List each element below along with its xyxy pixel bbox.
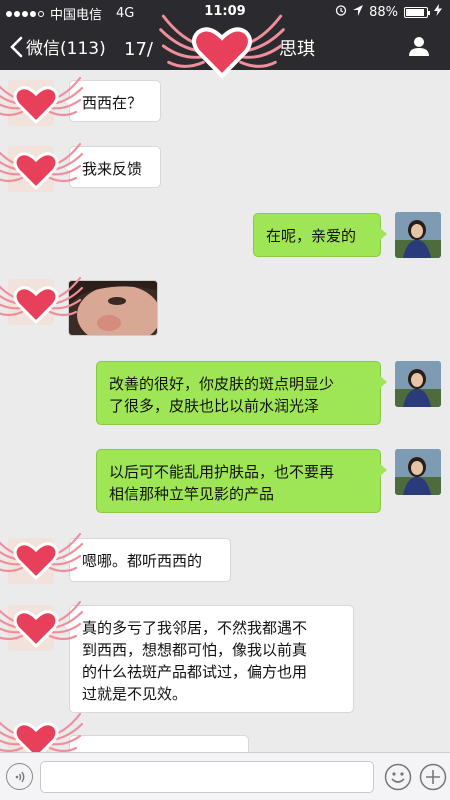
wing-heart-sticker bbox=[0, 596, 84, 652]
input-bar bbox=[0, 752, 450, 800]
wing-heart-sticker bbox=[0, 72, 84, 128]
wing-heart-sticker bbox=[0, 528, 84, 584]
message-line: 改善的很好，你皮肤的斑点明显少 bbox=[109, 375, 335, 393]
back-button[interactable]: 微信(113) bbox=[10, 34, 106, 59]
message-text: 在呢，亲爱的 bbox=[266, 227, 357, 245]
portrait-image bbox=[395, 212, 441, 258]
message-bubble: 真的多亏了我邻居，不然我都遇不 到西西，想想都可怕，像我以前真 的什么祛斑产品都… bbox=[63, 605, 354, 713]
message-line: 以后可不能乱用护肤品，也不要再 bbox=[109, 463, 335, 481]
emoji-icon bbox=[384, 763, 412, 791]
back-label: 微信(113) bbox=[26, 39, 106, 59]
more-button[interactable] bbox=[419, 763, 447, 791]
charging-icon bbox=[434, 4, 442, 20]
emoji-button[interactable] bbox=[384, 763, 412, 791]
message-line: 相信那种立竿见影的产品 bbox=[109, 485, 275, 503]
battery-percent: 88% bbox=[369, 4, 398, 20]
chat-title-prefix: 17/ bbox=[124, 39, 153, 60]
message-text: 嗯哪。都听西西的 bbox=[82, 552, 203, 570]
portrait-image bbox=[395, 449, 441, 495]
user-icon bbox=[409, 37, 429, 56]
message-bubble-partial bbox=[63, 735, 249, 762]
message-line: 了很多，皮肤也比以前水润光泽 bbox=[109, 397, 320, 415]
voice-icon bbox=[15, 771, 24, 782]
my-avatar[interactable] bbox=[395, 361, 441, 407]
message-line: 真的多亏了我邻居，不然我都遇不 bbox=[82, 619, 308, 637]
message-bubble-self: 以后可不能乱用护肤品，也不要再 相信那种立竿见影的产品 bbox=[96, 449, 387, 513]
my-avatar[interactable] bbox=[395, 449, 441, 495]
wing-heart-sticker bbox=[158, 8, 286, 84]
message-input[interactable] bbox=[40, 761, 374, 793]
message-text: 我来反馈 bbox=[82, 160, 143, 178]
message-text: 西西在？ bbox=[82, 94, 143, 112]
voice-button[interactable] bbox=[6, 763, 33, 790]
location-icon bbox=[353, 4, 364, 20]
alarm-icon bbox=[335, 4, 347, 20]
message-bubble-self: 改善的很好，你皮肤的斑点明显少 了很多，皮肤也比以前水润光泽 bbox=[96, 361, 387, 425]
wing-heart-sticker bbox=[0, 272, 84, 328]
message-bubble: 嗯哪。都听西西的 bbox=[63, 538, 231, 582]
message-line: 的什么祛斑产品都试过，偏方也用 bbox=[82, 663, 308, 681]
my-avatar[interactable] bbox=[395, 212, 441, 258]
contact-info-button[interactable] bbox=[408, 35, 430, 61]
plus-icon bbox=[419, 763, 447, 791]
battery-icon bbox=[404, 6, 430, 18]
chevron-left-icon bbox=[10, 36, 23, 57]
message-line: 到西西，想想都可怕，像我以前真 bbox=[82, 641, 308, 659]
message-bubble-self: 在呢，亲爱的 bbox=[253, 213, 387, 257]
wing-heart-sticker bbox=[0, 138, 84, 194]
portrait-image bbox=[395, 361, 441, 407]
message-line: 过就是不见效。 bbox=[82, 685, 188, 703]
